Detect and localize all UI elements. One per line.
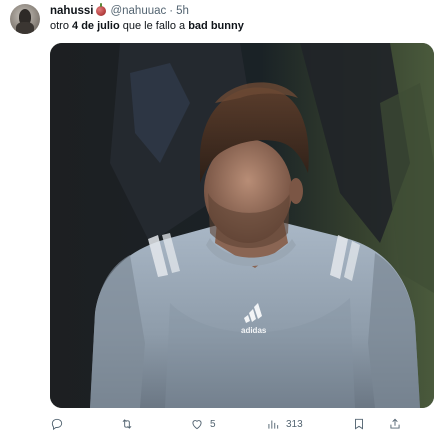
views-button[interactable]: 313 bbox=[266, 416, 303, 432]
share-icon bbox=[390, 418, 400, 429]
tweet-media-image[interactable]: adidas bbox=[50, 43, 434, 408]
apple-emoji-icon bbox=[96, 3, 107, 16]
tweet-text-part1: otro bbox=[50, 20, 73, 32]
tweet-text-bold2: bad bunny bbox=[188, 20, 244, 32]
tweet-text-part2: que le fallo a bbox=[119, 20, 189, 32]
adidas-logo-text: adidas bbox=[241, 326, 267, 335]
tweet-text: otro 4 de julio que le fallo a bad bunny bbox=[50, 20, 244, 32]
tweet-text-bold1: 4 de julio bbox=[72, 20, 120, 32]
separator-dot: · bbox=[169, 5, 174, 17]
like-count: 5 bbox=[210, 418, 216, 430]
reply-icon bbox=[51, 418, 63, 431]
views-icon bbox=[268, 420, 279, 429]
bookmark-icon bbox=[355, 418, 363, 430]
avatar-figure-body bbox=[16, 22, 34, 34]
photo-illustration: adidas bbox=[50, 43, 434, 408]
tweet-header: nahussi @nahuuac · 5h bbox=[50, 3, 189, 19]
bookmark-button[interactable] bbox=[352, 416, 372, 432]
retweet-icon bbox=[122, 419, 132, 429]
tweet-actions: 5 313 bbox=[50, 414, 434, 434]
heart-icon bbox=[192, 420, 202, 430]
like-button[interactable]: 5 bbox=[190, 416, 216, 432]
author-name[interactable]: nahussi bbox=[50, 5, 93, 17]
reply-button[interactable] bbox=[50, 416, 70, 432]
share-button[interactable] bbox=[388, 416, 408, 432]
views-count: 313 bbox=[286, 418, 303, 430]
retweet-button[interactable] bbox=[120, 416, 140, 432]
avatar[interactable] bbox=[10, 4, 40, 34]
timestamp[interactable]: 5h bbox=[176, 5, 189, 17]
author-handle[interactable]: @nahuuac bbox=[110, 5, 166, 17]
